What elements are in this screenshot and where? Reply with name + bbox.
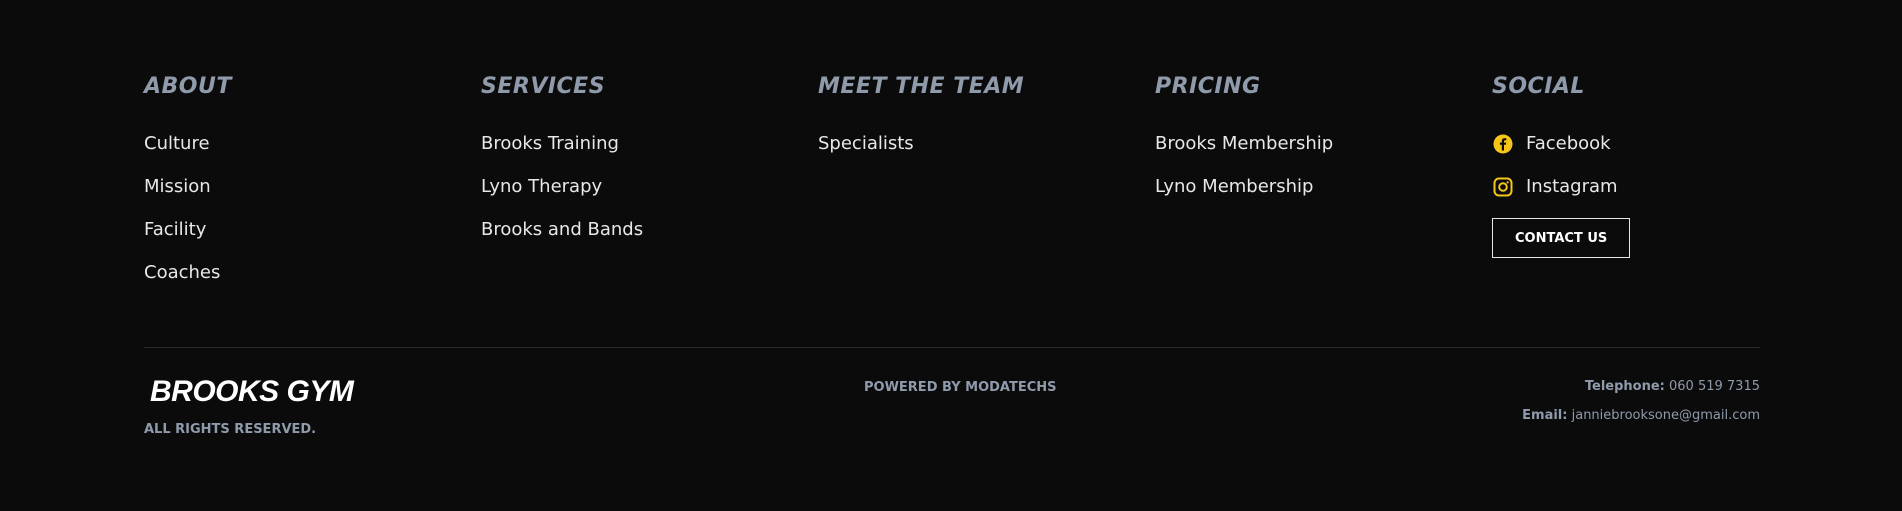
telephone-label: Telephone: — [1584, 379, 1665, 394]
telephone-value: 060 519 7315 — [1669, 379, 1760, 394]
column-services: SERVICES Brooks Training Lyno Therapy Br… — [481, 74, 818, 305]
instagram-icon — [1492, 176, 1514, 198]
column-social: SOCIAL Facebook Instagram CONTACT US — [1492, 74, 1829, 305]
column-title-services: SERVICES — [481, 74, 606, 99]
services-links: Brooks Training Lyno Therapy Brooks and … — [481, 133, 818, 262]
column-title-team: MEET THE TEAM — [818, 74, 1025, 99]
team-links: Specialists — [818, 133, 1155, 176]
brand-logo: BROOKS GYM — [150, 375, 354, 408]
link-instagram[interactable]: Instagram — [1492, 176, 1618, 198]
telephone-row: Telephone: 060 519 7315 — [1522, 379, 1760, 408]
footer-divider — [144, 347, 1760, 348]
powered-by: POWERED BY MODATECHS — [864, 380, 1057, 395]
column-title-pricing: PRICING — [1155, 74, 1261, 99]
link-culture[interactable]: Culture — [144, 133, 210, 155]
email-label: Email: — [1522, 408, 1568, 423]
instagram-label: Instagram — [1526, 176, 1618, 197]
link-coaches[interactable]: Coaches — [144, 262, 220, 284]
link-facebook[interactable]: Facebook — [1492, 133, 1611, 155]
link-brooks-training[interactable]: Brooks Training — [481, 133, 619, 155]
column-about: ABOUT Culture Mission Facility Coaches — [144, 74, 481, 305]
link-lyno-membership[interactable]: Lyno Membership — [1155, 176, 1313, 198]
social-links: Facebook Instagram — [1492, 133, 1829, 219]
about-links: Culture Mission Facility Coaches — [144, 133, 481, 305]
column-title-about: ABOUT — [144, 74, 232, 99]
pricing-links: Brooks Membership Lyno Membership — [1155, 133, 1492, 219]
facebook-icon — [1492, 133, 1514, 155]
facebook-label: Facebook — [1526, 133, 1611, 154]
footer-columns: ABOUT Culture Mission Facility Coaches S… — [144, 74, 1829, 305]
email-row: Email: janniebrooksone@gmail.com — [1522, 408, 1760, 437]
link-specialists[interactable]: Specialists — [818, 133, 914, 155]
link-brooks-and-bands[interactable]: Brooks and Bands — [481, 219, 643, 241]
link-mission[interactable]: Mission — [144, 176, 211, 198]
link-lyno-therapy[interactable]: Lyno Therapy — [481, 176, 602, 198]
column-pricing: PRICING Brooks Membership Lyno Membershi… — [1155, 74, 1492, 305]
link-facility[interactable]: Facility — [144, 219, 206, 241]
column-team: MEET THE TEAM Specialists — [818, 74, 1155, 305]
link-brooks-membership[interactable]: Brooks Membership — [1155, 133, 1333, 155]
rights-reserved: ALL RIGHTS RESERVED. — [144, 422, 317, 437]
contact-us-button[interactable]: CONTACT US — [1492, 218, 1631, 258]
email-value: janniebrooksone@gmail.com — [1571, 408, 1760, 423]
contact-info: Telephone: 060 519 7315 Email: janniebro… — [1522, 379, 1760, 437]
site-footer: ABOUT Culture Mission Facility Coaches S… — [0, 0, 1902, 511]
column-title-social: SOCIAL — [1492, 74, 1585, 99]
